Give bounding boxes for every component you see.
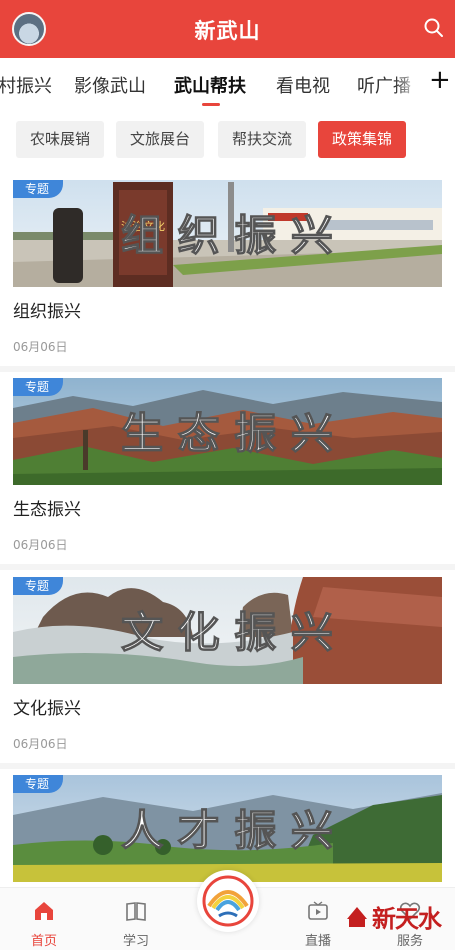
card-date: 06月06日 [13, 737, 68, 751]
channel-tabs: 村振兴 影像武山 武山帮扶 看电视 听广播 [0, 58, 455, 110]
banner-text: 组 织 振 兴 [121, 211, 333, 260]
plus-icon: + [429, 65, 451, 95]
feed-divider [0, 763, 455, 769]
tab-tv[interactable]: 看电视 [276, 72, 330, 98]
topic-badge: 专题 [13, 577, 63, 595]
chip-policy-collection[interactable]: 政策集锦 [318, 121, 407, 158]
news-card[interactable]: 法治文化 组 织 振 兴 专题 组织振兴 06月06日 [0, 180, 455, 365]
search-icon[interactable] [423, 17, 445, 39]
nav-label: 首页 [30, 934, 57, 949]
card-thumbnail: 文 化 振 兴 [13, 577, 442, 684]
app-title: 新武山 [194, 19, 261, 43]
banner-text: 生 态 振 兴 [121, 409, 333, 458]
top-header: 新武山 [0, 0, 455, 58]
feed-divider [0, 564, 455, 570]
tab-wushan-assistance[interactable]: 武山帮扶 [174, 72, 246, 98]
card-thumbnail: 法治文化 组 织 振 兴 [13, 180, 442, 287]
news-card[interactable]: 文 化 振 兴 专题 文化振兴 06月06日 [0, 577, 455, 762]
card-date: 06月06日 [13, 340, 68, 354]
chip-assistance-exchange[interactable]: 帮扶交流 [218, 121, 307, 158]
nav-study[interactable]: 学习 [106, 888, 166, 950]
topic-badge: 专题 [13, 775, 63, 793]
nav-home[interactable]: 首页 [14, 888, 74, 950]
nav-label: 直播 [304, 934, 331, 949]
tab-rural-revitalization[interactable]: 村振兴 [0, 72, 52, 98]
chip-culture-tourism[interactable]: 文旅展台 [116, 121, 205, 158]
feed-divider [0, 366, 455, 372]
nav-live[interactable]: 直播 [288, 888, 348, 950]
card-thumbnail: 生 态 振 兴 [13, 378, 442, 485]
center-logo-button[interactable] [197, 870, 259, 932]
home-icon [35, 902, 53, 920]
active-tab-indicator [202, 103, 220, 106]
card-title: 组织振兴 [13, 302, 81, 322]
add-channel-button[interactable]: + [420, 58, 455, 110]
banner-text: 文 化 振 兴 [121, 608, 333, 657]
topic-badge: 专题 [13, 180, 63, 198]
book-icon [126, 902, 146, 921]
topic-badge: 专题 [13, 378, 63, 396]
banner-text: 人 才 振 兴 [121, 806, 333, 855]
news-card[interactable]: 生 态 振 兴 专题 生态振兴 06月06日 [0, 378, 455, 563]
card-date: 06月06日 [13, 538, 68, 552]
chip-agri-sales[interactable]: 农味展销 [16, 121, 105, 158]
rainbow-logo-icon [202, 875, 254, 927]
nav-label: 学习 [122, 934, 149, 949]
watermark-text: 新天水 [372, 904, 442, 933]
card-title: 文化振兴 [13, 699, 81, 719]
tab-wushan-images[interactable]: 影像武山 [74, 72, 146, 98]
sub-category-chips: 农味展销 文旅展台 帮扶交流 政策集锦 [0, 110, 455, 170]
card-thumbnail: 人 才 振 兴 [13, 775, 442, 882]
tv-play-icon [308, 901, 328, 920]
card-title: 生态振兴 [13, 500, 81, 520]
tabs-fade [395, 58, 420, 110]
